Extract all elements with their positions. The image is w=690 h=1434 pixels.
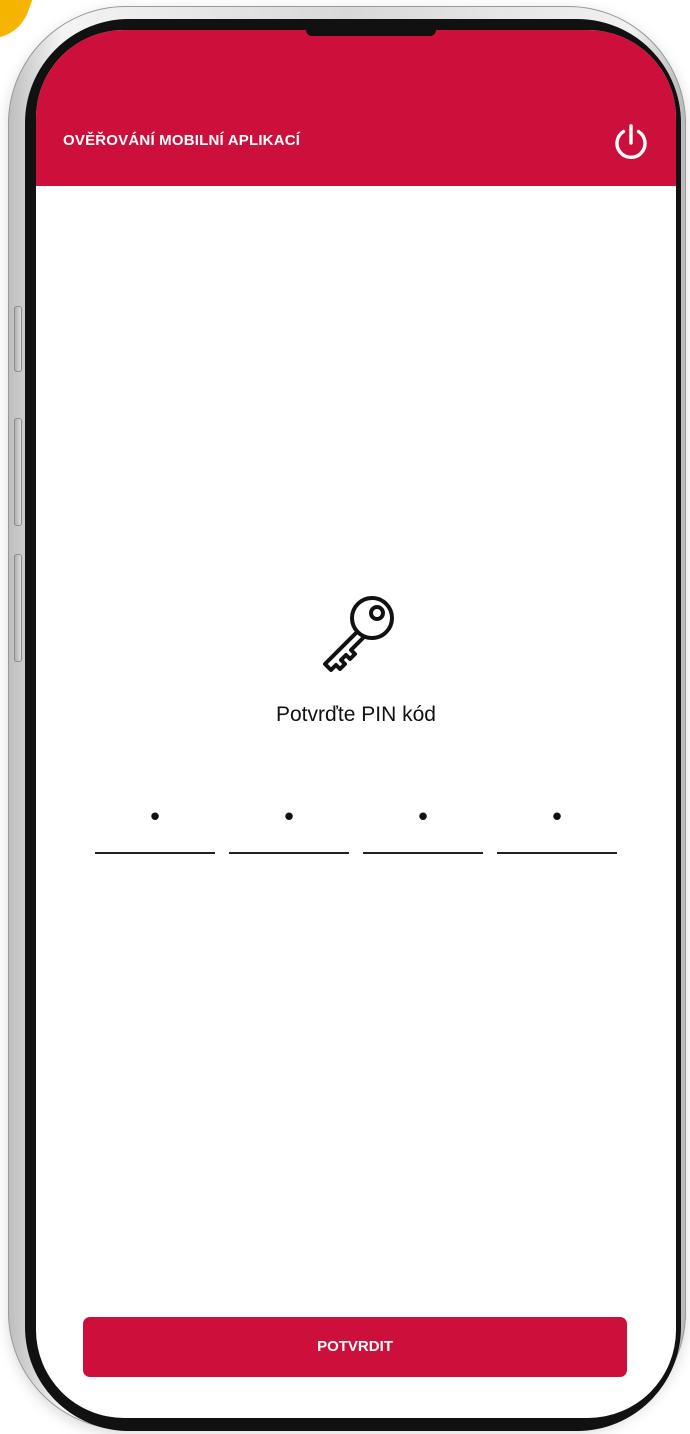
pin-prompt: Potvrďte PIN kód: [276, 703, 436, 726]
app-header: OVĚŘOVÁNÍ MOBILNÍ APLIKACÍ: [36, 30, 676, 186]
power-icon[interactable]: [610, 122, 652, 164]
phone-volume-up-button: [14, 418, 22, 526]
header-title: OVĚŘOVÁNÍ MOBILNÍ APLIKACÍ: [63, 132, 301, 149]
phone-side-button: [14, 306, 22, 372]
pin-digit-mask: •: [281, 803, 297, 833]
screenshot-stage: OVĚŘOVÁNÍ MOBILNÍ APLIKACÍ Potvrďte PIN …: [0, 0, 690, 1434]
pin-digit-field-2[interactable]: •: [229, 790, 349, 854]
confirm-button[interactable]: POTVRDIT: [83, 1317, 627, 1377]
phone-volume-down-button: [14, 554, 22, 662]
app-screen: OVĚŘOVÁNÍ MOBILNÍ APLIKACÍ Potvrďte PIN …: [36, 30, 676, 1418]
pin-digit-mask: •: [549, 803, 565, 833]
key-icon: [307, 587, 403, 683]
pin-digit-mask: •: [415, 803, 431, 833]
phone-notch: [306, 30, 436, 36]
pin-digit-field-4[interactable]: •: [497, 790, 617, 854]
pin-digit-field-1[interactable]: •: [95, 790, 215, 854]
pin-digit-mask: •: [147, 803, 163, 833]
pin-digit-field-3[interactable]: •: [363, 790, 483, 854]
